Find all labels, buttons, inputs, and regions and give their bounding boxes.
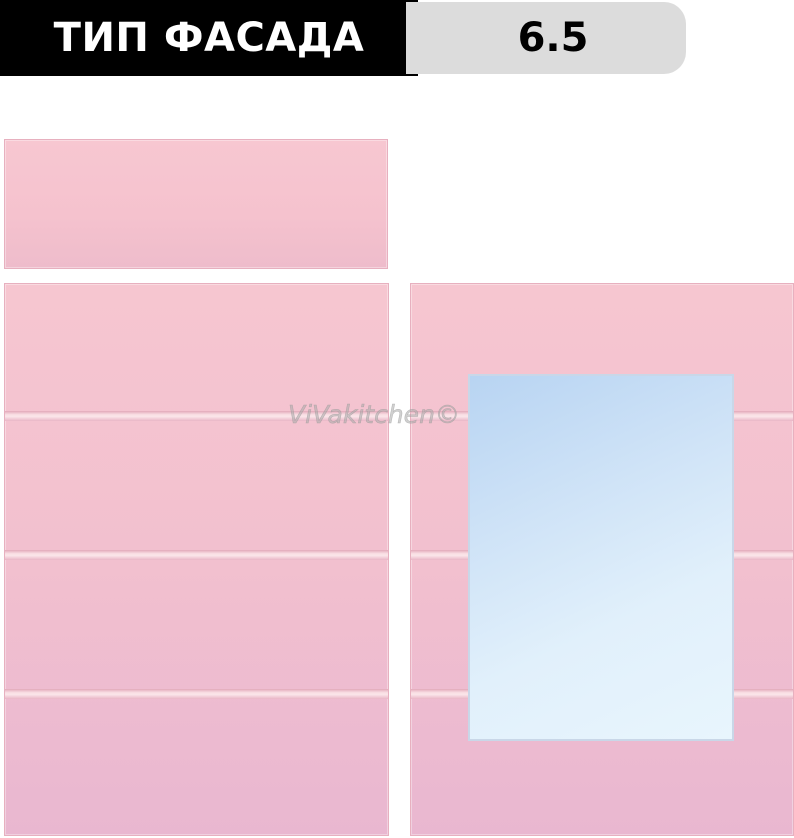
panel-groove [5, 689, 388, 699]
facade-type-label: ТИП ФАСАДА [0, 0, 418, 76]
mirror-insert [468, 374, 734, 741]
panel-groove [5, 550, 388, 560]
facade-type-value: 6.5 [406, 2, 686, 74]
watermark-text: ViVakitchen© [288, 400, 460, 430]
top-drawer-facade [4, 139, 388, 269]
left-grooved-facade [4, 283, 389, 836]
